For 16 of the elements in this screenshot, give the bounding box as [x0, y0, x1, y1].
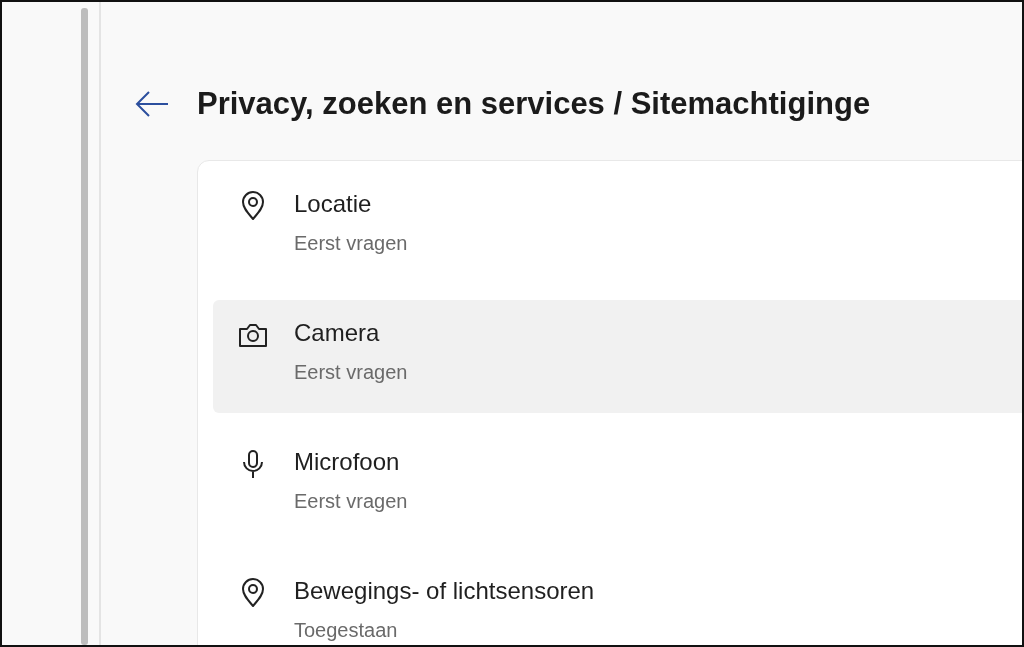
page-title: Privacy, zoeken en services / Sitemachtiginge — [197, 85, 871, 123]
permission-title: Camera — [294, 318, 381, 348]
permission-item[interactable]: Microfoon Eerst vragen — [213, 429, 1022, 542]
permission-item[interactable]: Locatie Eerst vragen — [213, 171, 1022, 284]
scrollbar-thumb[interactable] — [81, 8, 88, 645]
permission-title: Bewegings- of lichtsensoren — [294, 576, 595, 606]
permission-title: Locatie — [294, 189, 373, 219]
permission-item[interactable]: Camera Eerst vragen — [213, 300, 1022, 413]
back-button[interactable] — [135, 89, 169, 119]
back-arrow-icon — [135, 90, 169, 118]
permission-value: Eerst vragen — [294, 360, 408, 385]
permission-item[interactable]: Bewegings- of lichtsensoren Toegestaan — [213, 558, 1022, 645]
permission-value: Eerst vragen — [294, 489, 408, 514]
permission-value: Eerst vragen — [294, 231, 408, 256]
permission-value: Toegestaan — [294, 618, 399, 643]
permission-title: Microfoon — [294, 447, 401, 477]
